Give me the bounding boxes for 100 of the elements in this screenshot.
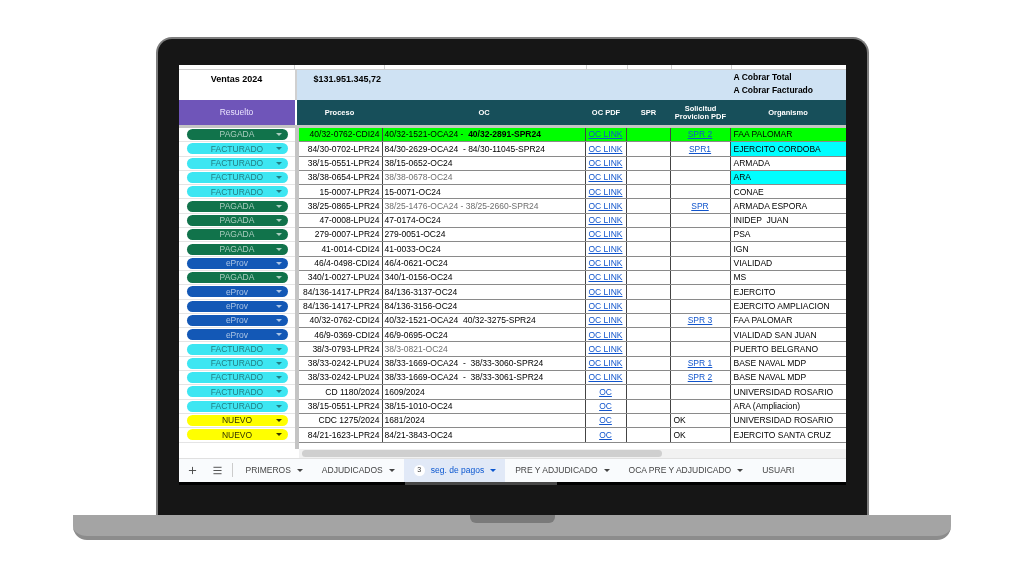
table-cell-text: CONAE	[732, 185, 765, 199]
table-cell-text: INIDEP JUAN	[732, 214, 790, 228]
table-cell: 47-0174-OC24	[382, 213, 586, 228]
status-dropdown[interactable]: PAGADA	[186, 229, 288, 241]
table-cell-text: ARA (Ampliacion)	[732, 400, 802, 413]
spr-link[interactable]: SPR 2	[687, 130, 713, 139]
caret-icon	[275, 433, 282, 437]
oc-link[interactable]: OC LINK	[588, 359, 623, 368]
add-sheet-button[interactable]	[186, 464, 199, 477]
table-cell: 46/4-0621-OC24	[382, 256, 586, 270]
table-cell: CD 1180/2024	[298, 385, 383, 399]
oc-link[interactable]: OC LINK	[588, 216, 623, 225]
oc-link[interactable]: OC LINK	[588, 144, 623, 154]
oc-link[interactable]: OC LINK	[588, 344, 623, 354]
oc-link[interactable]: OC LINK	[588, 330, 623, 340]
oc-link[interactable]: OC LINK	[588, 187, 623, 197]
table-cell-text: MS	[732, 271, 748, 285]
table-cell-text: EJERCITO SANTA CRUZ	[732, 428, 832, 442]
table-cell: 15-0007-LPR24	[298, 185, 383, 199]
sheet-tab[interactable]: USUARI	[752, 458, 795, 482]
table-cell-text: EJERCITO	[732, 285, 777, 299]
tab-scroll-thumb[interactable]	[404, 481, 557, 485]
status-dropdown[interactable]: eProv	[186, 257, 288, 269]
spr-link[interactable]: SPR 1	[687, 359, 713, 368]
spr-link[interactable]: SPR1	[688, 144, 712, 154]
status-dropdown[interactable]: PAGADA	[186, 214, 288, 226]
table-cell-text: EJERCITO AMPLIACION	[732, 299, 831, 313]
caret-icon	[275, 161, 282, 165]
all-sheets-button[interactable]	[211, 464, 224, 477]
table-cell: 84/21-1623-LPR24	[298, 428, 383, 442]
scrollbar-thumb[interactable]	[301, 449, 662, 457]
table-cell: 279-0051-OC24	[382, 228, 586, 242]
oc-link[interactable]: OC LINK	[588, 287, 623, 297]
oc-link[interactable]: OC LINK	[588, 230, 623, 239]
table-cell: 279-0007-LPR24	[298, 228, 383, 242]
table-cell: 46/9-0369-CDI24	[298, 328, 383, 342]
oc-link[interactable]: OC	[599, 387, 612, 397]
table-cell-text: ARMADA	[732, 157, 771, 170]
caret-icon	[275, 319, 282, 322]
spr-link[interactable]: SPR	[691, 201, 709, 211]
oc-link[interactable]: OC LINK	[588, 316, 623, 325]
horizontal-scrollbar[interactable]	[298, 448, 846, 458]
table-cell: 46/9-0695-OC24	[382, 328, 586, 342]
status-dropdown[interactable]: eProv	[186, 300, 288, 312]
spr-link[interactable]: SPR 2	[687, 373, 713, 382]
status-dropdown[interactable]: eProv	[186, 286, 288, 298]
table-cell: 38/25-0865-LPR24	[298, 199, 383, 213]
status-dropdown[interactable]: eProv	[186, 315, 288, 326]
plus-icon	[187, 464, 198, 476]
oc-link[interactable]: OC	[599, 416, 612, 425]
status-dropdown[interactable]: PAGADA	[186, 129, 288, 141]
status-dropdown[interactable]: NUEVO	[186, 429, 288, 441]
caret-icon	[275, 361, 282, 365]
caret-icon	[275, 404, 282, 408]
table-cell: 84/21-3843-OC24	[382, 428, 586, 442]
table-cell: 38/3-0821-OC24	[382, 342, 586, 356]
oc-link[interactable]: OC LINK	[588, 159, 623, 168]
caret-icon	[275, 233, 282, 237]
table-cell: CDC 1275/2024	[298, 413, 383, 428]
caret-icon	[275, 333, 282, 337]
table-cell: 38/15-0551-LPR24	[298, 156, 383, 170]
oc-link[interactable]: OC LINK	[588, 301, 623, 311]
table-cell: 40/32-1521-OCA24 - 40/32-2891-SPR24	[382, 128, 586, 142]
sheet-tab[interactable]: PRIMEROS	[235, 458, 312, 482]
table-cell: 340/1-0027-LPU24	[298, 270, 383, 285]
table-cell-text: BASE NAVAL MDP	[732, 357, 808, 371]
oc-link[interactable]: OC	[599, 402, 612, 411]
oc-link[interactable]: OC LINK	[588, 173, 623, 182]
oc-link[interactable]: OC LINK	[588, 373, 623, 382]
table-cell-text: FAA PALOMAR	[732, 128, 794, 142]
oc-link[interactable]: OC	[599, 430, 612, 440]
table-cell: 38/3-0793-LPR24	[298, 342, 383, 356]
oc-link[interactable]: OC LINK	[588, 259, 623, 268]
summary-label: A Cobrar Total	[733, 71, 792, 84]
status-dropdown[interactable]: PAGADA	[186, 243, 288, 255]
caret-icon	[275, 290, 282, 294]
spr-link[interactable]: SPR 3	[687, 316, 713, 325]
oc-link[interactable]: OC LINK	[588, 273, 623, 282]
table-cell: 38/15-0652-OC24	[382, 156, 586, 170]
table-cell: 38/33-0242-LPU24	[298, 356, 383, 371]
caret-icon	[275, 390, 282, 394]
status-dropdown[interactable]: NUEVO	[186, 415, 288, 427]
sheet-tab[interactable]: PRE Y ADJUDICADO	[505, 458, 619, 482]
caret-icon	[275, 133, 282, 137]
table-cell-text: UNIVERSIDAD ROSARIO	[732, 385, 835, 399]
sheet-tab[interactable]: OCA PRE Y ADJUDICADO	[618, 458, 753, 482]
status-dropdown[interactable]: PAGADA	[186, 200, 288, 212]
table-cell: 46/4-0498-CDI24	[298, 256, 383, 270]
caret-icon	[275, 218, 282, 222]
caret-icon	[275, 204, 282, 208]
oc-link[interactable]: OC LINK	[588, 201, 623, 211]
status-dropdown[interactable]: eProv	[186, 329, 288, 341]
table-cell: 84/136-1417-LPR24	[298, 299, 383, 313]
status-dropdown[interactable]: PAGADA	[186, 272, 288, 284]
oc-link[interactable]: OC LINK	[588, 130, 623, 139]
table-cell-text: VIALIDAD	[732, 257, 774, 270]
sheet-tab[interactable]: ADJUDICADOS	[311, 458, 404, 482]
caret-icon	[275, 304, 282, 308]
table-cell: 40/32-1521-OCA24 40/32-3275-SPR24	[382, 313, 586, 328]
oc-link[interactable]: OC LINK	[588, 244, 623, 254]
